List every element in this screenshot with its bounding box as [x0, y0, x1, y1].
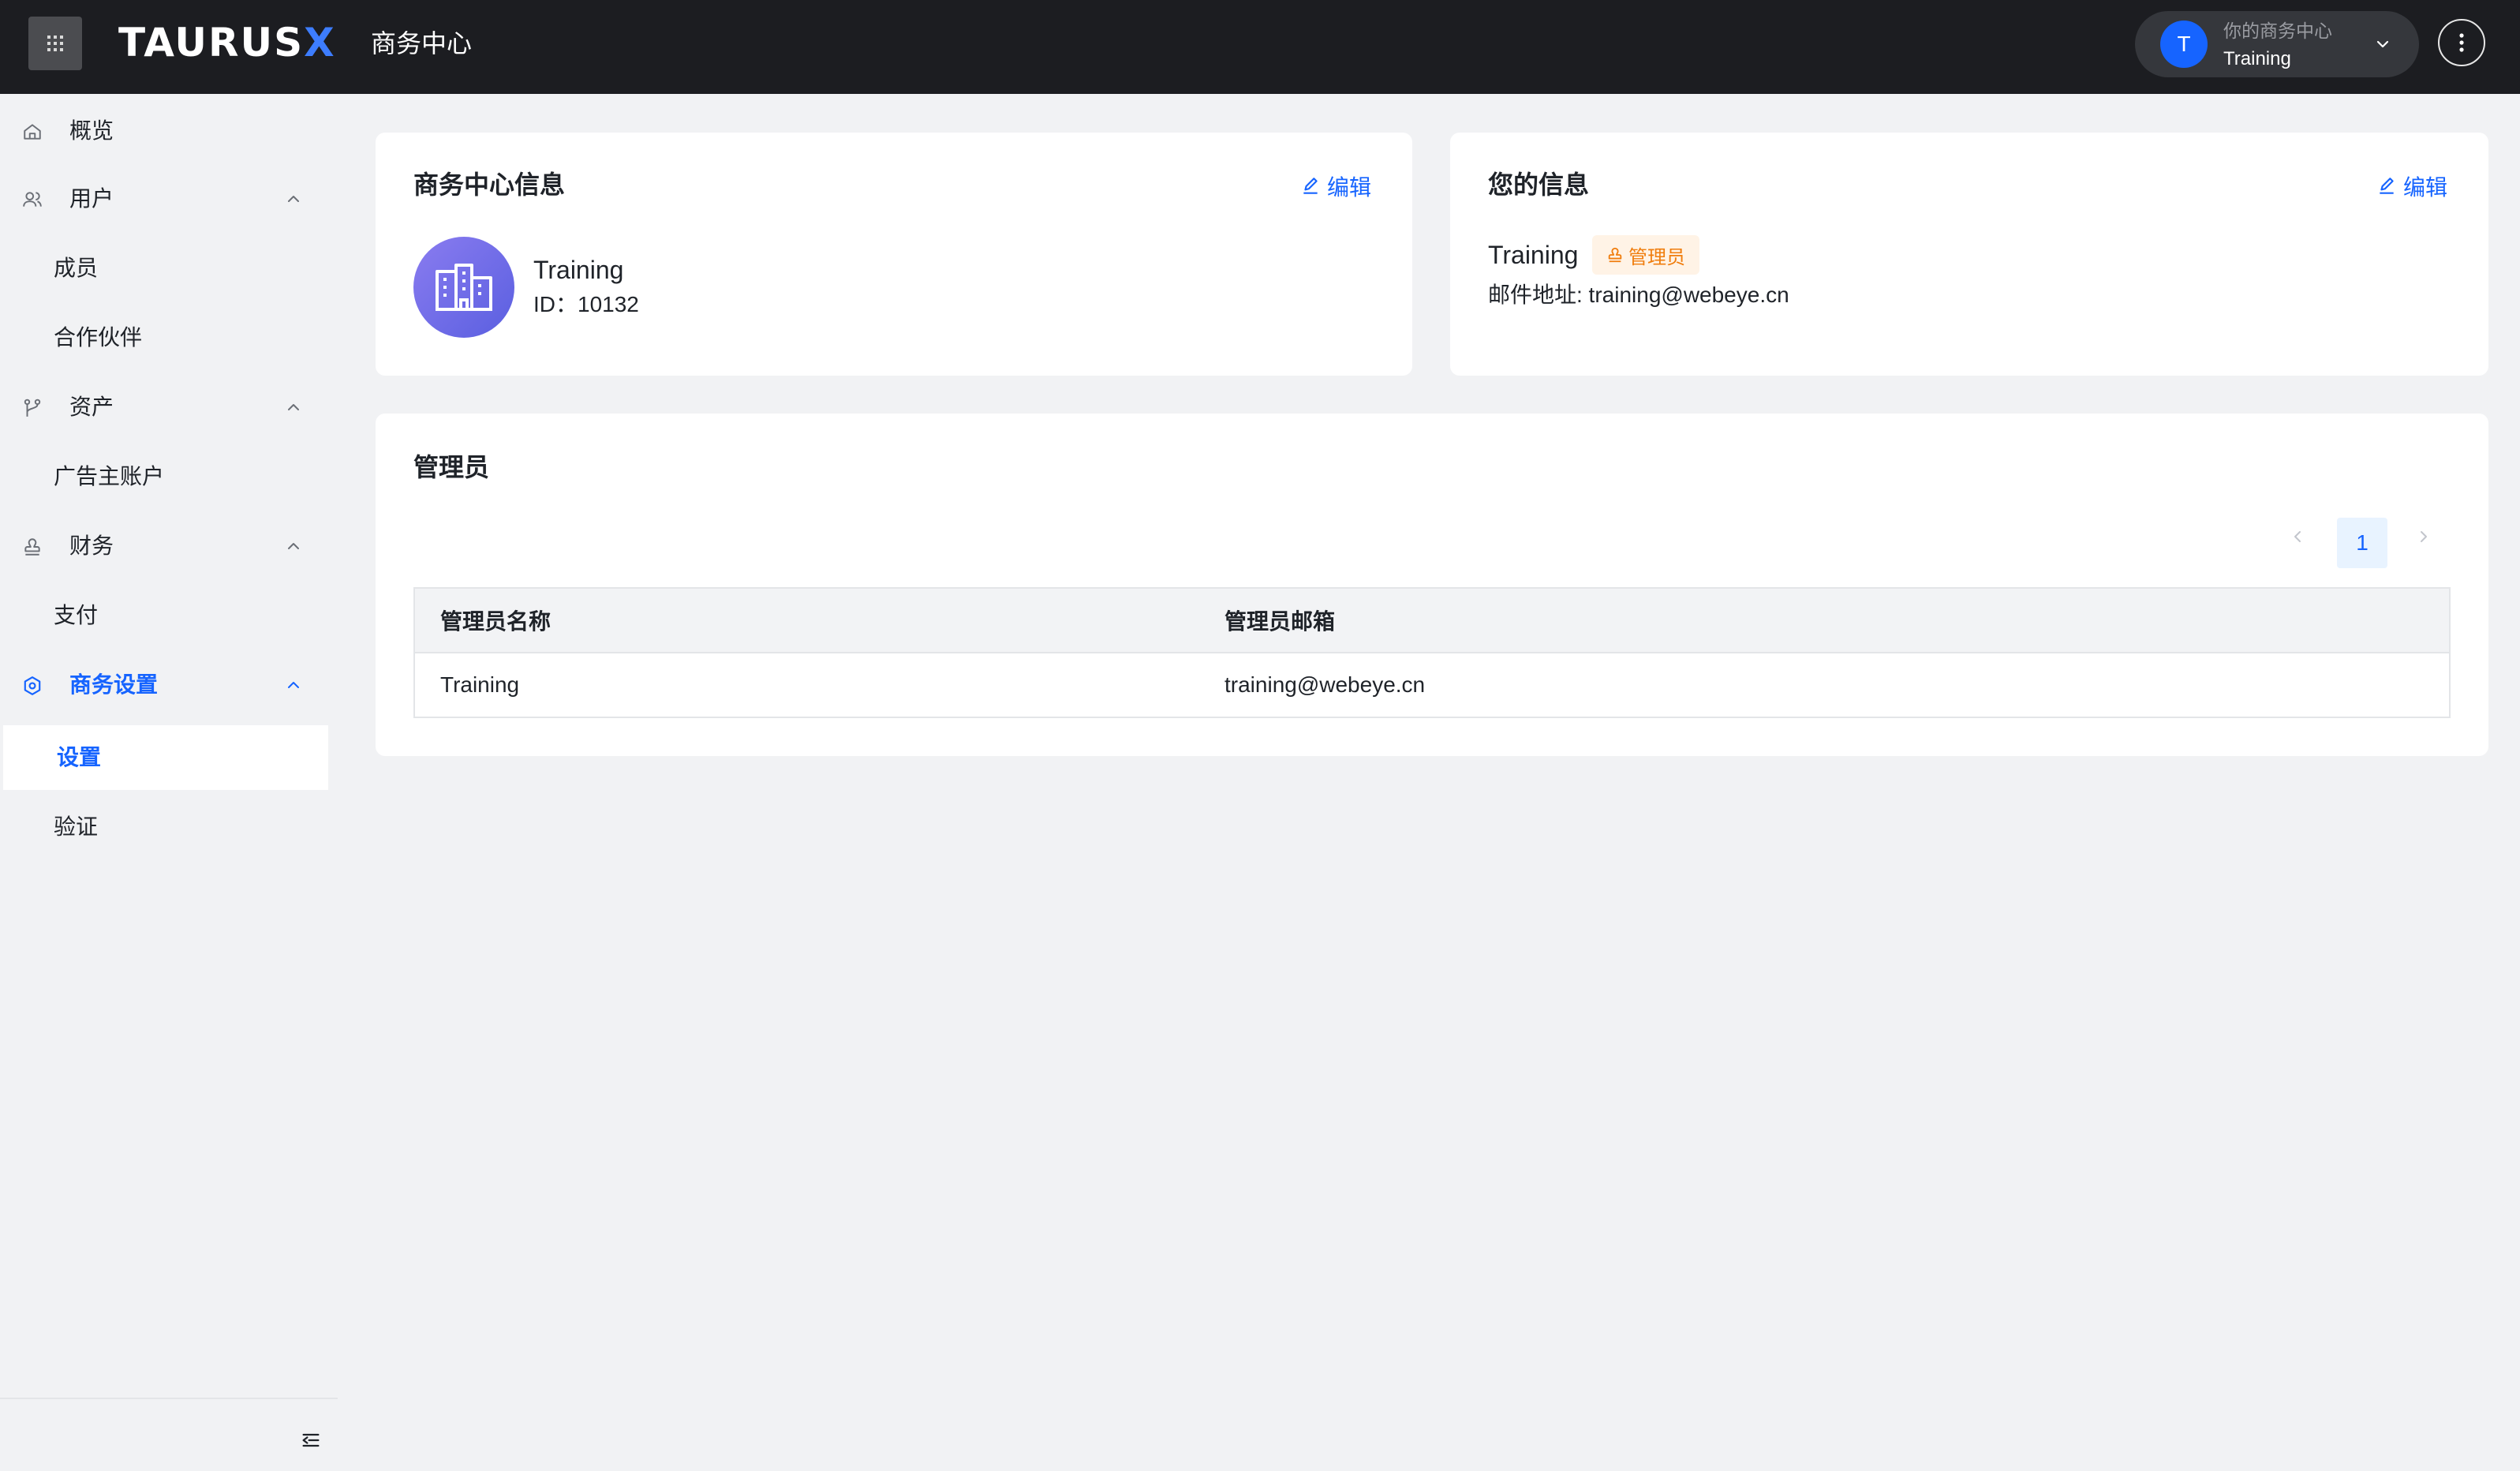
edit-label: 编辑: [1327, 175, 1372, 200]
admin-email-cell: training@webeye.cn: [1224, 672, 1426, 697]
sidebar-item-label: 合作伙伴: [54, 325, 143, 350]
building-icon: [436, 264, 492, 311]
sidebar-item-users[interactable]: 用户: [0, 167, 325, 231]
sidebar-item-overview[interactable]: 概览: [0, 99, 325, 163]
pagination-page-current[interactable]: 1: [2337, 518, 2387, 568]
card-title: 管理员: [413, 453, 490, 481]
stamp-icon: [1608, 247, 1622, 263]
edit-icon: [1303, 178, 1318, 194]
chevron-up-icon: [288, 196, 299, 202]
column-header-admin-email: 管理员邮箱: [1199, 588, 2450, 653]
chevron-left-icon[interactable]: [2288, 527, 2307, 546]
table-header-row: 管理员名称 管理员邮箱: [414, 588, 2450, 653]
admins-card: 管理员 1 管理员名称 管理员邮箱 Training training@webe…: [376, 414, 2488, 756]
sidebar-item-label: 财务: [69, 533, 114, 558]
grid-icon: [47, 36, 63, 51]
logo-main: TAURUS: [118, 20, 305, 66]
sidebar-item-label: 概览: [69, 118, 114, 143]
card-title: 您的信息: [1488, 170, 1590, 199]
home-icon: [24, 124, 41, 140]
brand-logo[interactable]: TAURUSX: [118, 17, 336, 68]
sidebar-item-verification[interactable]: 验证: [0, 795, 325, 859]
sidebar-item-partners[interactable]: 合作伙伴: [0, 305, 325, 370]
edit-business-info-button[interactable]: 编辑: [1300, 170, 1371, 202]
chevron-up-icon: [288, 404, 299, 410]
role-label: 管理员: [1628, 246, 1685, 268]
sidebar-item-assets[interactable]: 资产: [0, 375, 325, 440]
gear-icon: [24, 676, 41, 695]
sidebar-item-label: 广告主账户: [54, 464, 165, 488]
app-title: 商务中心: [371, 29, 473, 58]
business-avatar: [413, 237, 514, 338]
chevron-down-icon: [2376, 40, 2389, 48]
sidebar-item-finance[interactable]: 财务: [0, 514, 325, 578]
sidebar: 概览 用户 成员 合作伙伴 资产 广告主账户 财务 支付 商务设置 设置 验证: [0, 94, 338, 1471]
edit-label: 编辑: [2403, 175, 2448, 200]
edit-icon: [2380, 178, 2394, 194]
account-caption: 你的商务中心: [2223, 21, 2332, 41]
sidebar-item-label: 资产: [69, 395, 114, 419]
collapse-sidebar-icon[interactable]: [300, 1429, 322, 1451]
sidebar-item-label: 验证: [54, 814, 99, 839]
user-name: Training: [1488, 241, 1579, 269]
your-info-card: 您的信息 编辑 Training 管理员 邮件地址: training@webe…: [1450, 133, 2488, 376]
business-id: ID：10132: [533, 292, 639, 316]
business-center-info-card: 商务中心信息 编辑 Training ID：10132: [376, 133, 1412, 376]
sidebar-item-payment[interactable]: 支付: [0, 583, 325, 648]
sidebar-item-label: 支付: [54, 603, 99, 627]
card-title: 商务中心信息: [413, 170, 566, 199]
account-switcher[interactable]: T 你的商务中心 Training: [2135, 11, 2419, 77]
users-icon: [23, 192, 42, 207]
sidebar-item-label: 商务设置: [69, 672, 159, 697]
sidebar-item-members[interactable]: 成员: [0, 236, 325, 301]
logo-x: X: [304, 20, 336, 66]
sidebar-item-business-settings[interactable]: 商务设置: [0, 653, 325, 717]
sidebar-item-settings[interactable]: 设置: [3, 725, 328, 790]
branch-icon: [24, 399, 41, 417]
top-bar: TAURUSX 商务中心 T 你的商务中心 Training: [0, 0, 2520, 94]
chevron-right-icon[interactable]: [2414, 527, 2433, 546]
edit-your-info-button[interactable]: 编辑: [2376, 170, 2447, 202]
business-name: Training: [533, 256, 624, 284]
more-vertical-icon: [2459, 33, 2464, 52]
app-launcher-button[interactable]: [28, 17, 82, 70]
divider: [0, 1398, 338, 1399]
sidebar-item-ad-accounts[interactable]: 广告主账户: [0, 444, 325, 509]
admin-name-cell: Training: [440, 672, 520, 697]
admins-table: 管理员名称 管理员邮箱 Training training@webeye.cn: [413, 587, 2451, 718]
account-name: Training: [2223, 48, 2291, 69]
table-row: Training training@webeye.cn: [414, 653, 2450, 717]
chevron-up-icon: [288, 543, 299, 549]
stamp-icon: [24, 538, 40, 556]
sidebar-item-label: 成员: [54, 256, 99, 280]
role-badge: 管理员: [1592, 235, 1699, 275]
more-menu-button[interactable]: [2438, 19, 2485, 66]
sidebar-item-label: 设置: [57, 745, 102, 769]
user-email: 邮件地址: training@webeye.cn: [1488, 283, 1789, 307]
sidebar-item-label: 用户: [69, 186, 114, 211]
avatar: T: [2160, 21, 2208, 68]
chevron-up-icon: [288, 682, 299, 688]
column-header-admin-name: 管理员名称: [414, 588, 1199, 653]
